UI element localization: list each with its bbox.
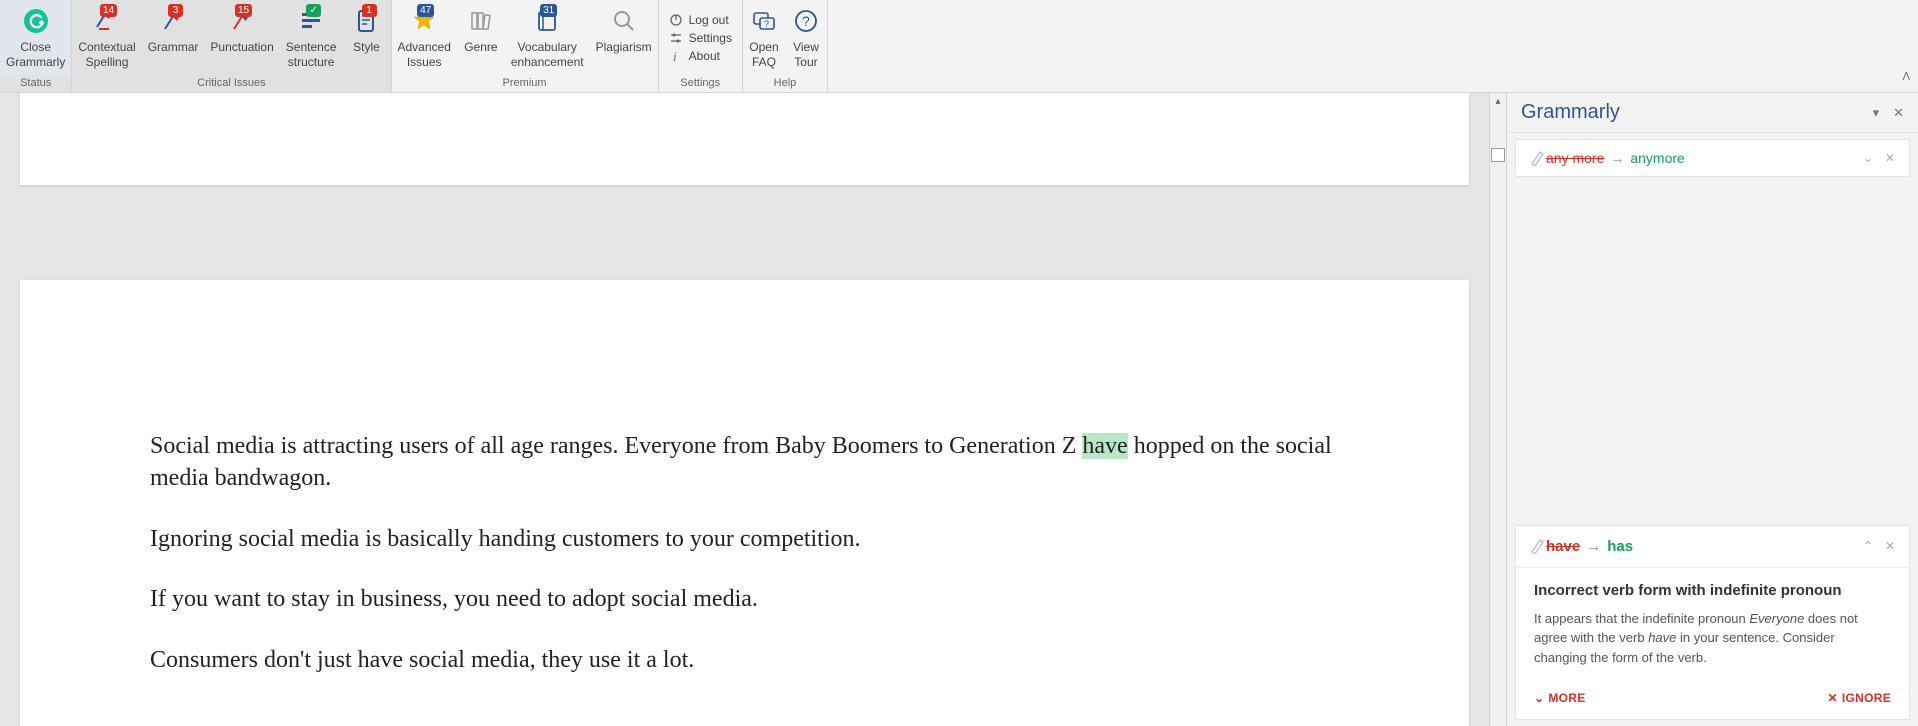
ribbon-group-settings: Log out Settings i About Settings <box>659 0 743 92</box>
collapse-ribbon-button[interactable]: ᐱ <box>1902 70 1910 83</box>
panel-options-button[interactable]: ▾ <box>1873 105 1880 121</box>
advanced-issues-button[interactable]: 47 AdvancedIssues <box>392 0 457 75</box>
document-text[interactable]: Social media is attracting users of all … <box>150 430 1339 676</box>
sliders-icon <box>669 31 683 45</box>
contextual-badge: 14 <box>100 4 117 17</box>
ribbon-group-status: CloseGrammarly Status <box>0 0 72 92</box>
dismiss-card-button[interactable]: ✕ <box>1885 151 1895 165</box>
sentence-structure-button[interactable]: ✓ Sentencestructure <box>280 0 343 75</box>
punctuation-badge: 15 <box>235 4 252 17</box>
paragraph-3: If you want to stay in business, you nee… <box>150 583 1339 615</box>
suggestion-header[interactable]: have → has ⌃ ✕ <box>1516 526 1909 568</box>
open-faq-button[interactable]: ? OpenFAQ <box>743 0 785 75</box>
document-area[interactable]: Social media is attracting users of all … <box>0 93 1489 726</box>
group-label-help: Help <box>743 75 827 92</box>
suggestion-card-anymore[interactable]: any more → anymore ⌄ ✕ <box>1515 139 1910 177</box>
svg-text:?: ? <box>802 13 810 29</box>
advanced-badge: 47 <box>417 4 434 17</box>
grammar-badge: 3 <box>168 4 183 17</box>
explanation-text: It appears that the indefinite pronoun E… <box>1534 609 1891 668</box>
books-icon <box>467 7 495 35</box>
grammar-button[interactable]: 3 Grammar <box>142 0 205 75</box>
close-label-2: Grammarly <box>6 55 65 69</box>
workspace: Social media is attracting users of all … <box>0 93 1918 726</box>
paragraph-2: Ignoring social media is basically handi… <box>150 523 1339 555</box>
group-label-critical: Critical Issues <box>72 75 390 92</box>
close-grammarly-button[interactable]: CloseGrammarly <box>0 0 71 75</box>
vertical-scrollbar[interactable]: ▴ <box>1489 93 1506 726</box>
ribbon-group-premium: 47 AdvancedIssues Genre 31 Vocabularyenh… <box>392 0 659 92</box>
logout-button[interactable]: Log out <box>669 13 732 27</box>
view-tour-button[interactable]: ? ViewTour <box>785 0 827 75</box>
info-icon: i <box>669 49 683 63</box>
close-icon: ✕ <box>1828 691 1838 705</box>
more-button[interactable]: ⌄MORE <box>1534 691 1586 705</box>
group-label-settings: Settings <box>659 75 742 92</box>
pen-icon <box>1530 150 1546 166</box>
vocab-badge: 31 <box>540 4 557 17</box>
suggestion-explanation: Incorrect verb form with indefinite pron… <box>1516 568 1909 682</box>
explanation-heading: Incorrect verb form with indefinite pron… <box>1534 582 1891 599</box>
contextual-spelling-button[interactable]: 14 ContextualSpelling <box>72 0 141 75</box>
highlighted-word[interactable]: have <box>1082 433 1127 459</box>
dismiss-card-button[interactable]: ✕ <box>1885 539 1895 553</box>
panel-title: Grammarly <box>1521 101 1859 124</box>
svg-text:?: ? <box>764 19 769 29</box>
document-page: Social media is attracting users of all … <box>20 280 1469 726</box>
vocabulary-button[interactable]: 31 Vocabularyenhancement <box>505 0 590 75</box>
paragraph-1: Social media is attracting users of all … <box>150 430 1339 495</box>
collapse-card-button[interactable]: ⌃ <box>1863 539 1873 553</box>
suggestion-card-have: have → has ⌃ ✕ Incorrect verb form with … <box>1515 525 1910 721</box>
panel-close-button[interactable]: ✕ <box>1893 105 1904 121</box>
ignore-button[interactable]: ✕IGNORE <box>1828 691 1892 705</box>
style-badge: 1 <box>362 4 377 17</box>
magnifier-icon <box>610 7 638 35</box>
group-label-status: Status <box>0 75 71 92</box>
paragraph-4: Consumers don't just have social media, … <box>150 644 1339 676</box>
ribbon-group-help: ? OpenFAQ ? ViewTour Help <box>743 0 828 92</box>
ribbon: CloseGrammarly Status 14 ContextualSpell… <box>0 0 1918 93</box>
ribbon-group-critical: 14 ContextualSpelling 3 Grammar 15 Punct… <box>72 0 391 92</box>
help-icon: ? <box>793 8 819 34</box>
sentence-check-icon: ✓ <box>306 4 321 17</box>
punctuation-button[interactable]: 15 Punctuation <box>204 0 279 75</box>
group-label-premium: Premium <box>392 75 658 92</box>
close-label-1: Close <box>20 40 51 54</box>
svg-text:i: i <box>673 49 677 63</box>
pen-icon <box>1530 538 1546 554</box>
expand-card-button[interactable]: ⌄ <box>1863 151 1873 165</box>
scroll-up-button[interactable]: ▴ <box>1490 93 1506 110</box>
settings-button[interactable]: Settings <box>669 31 732 45</box>
replacement-text: has <box>1607 538 1633 555</box>
arrow-icon: → <box>1586 538 1601 555</box>
grammarly-logo-icon <box>23 8 49 34</box>
grammarly-panel: Grammarly ▾ ✕ any more → anymore ⌄ ✕ hav… <box>1506 93 1918 726</box>
arrow-icon: → <box>1610 150 1624 166</box>
split-handle[interactable] <box>1491 148 1505 162</box>
previous-page-edge <box>20 93 1469 185</box>
faq-icon: ? <box>751 8 777 34</box>
chevron-down-icon: ⌄ <box>1534 691 1544 705</box>
original-text: have <box>1546 538 1580 555</box>
style-button[interactable]: 1 Style <box>343 0 391 75</box>
about-button[interactable]: i About <box>669 49 732 63</box>
plagiarism-button[interactable]: Plagiarism <box>590 0 658 75</box>
panel-header: Grammarly ▾ ✕ <box>1507 93 1918 133</box>
replacement-text: anymore <box>1630 150 1684 166</box>
genre-button[interactable]: Genre <box>457 0 505 75</box>
power-icon <box>669 13 683 27</box>
original-text: any more <box>1546 150 1604 166</box>
